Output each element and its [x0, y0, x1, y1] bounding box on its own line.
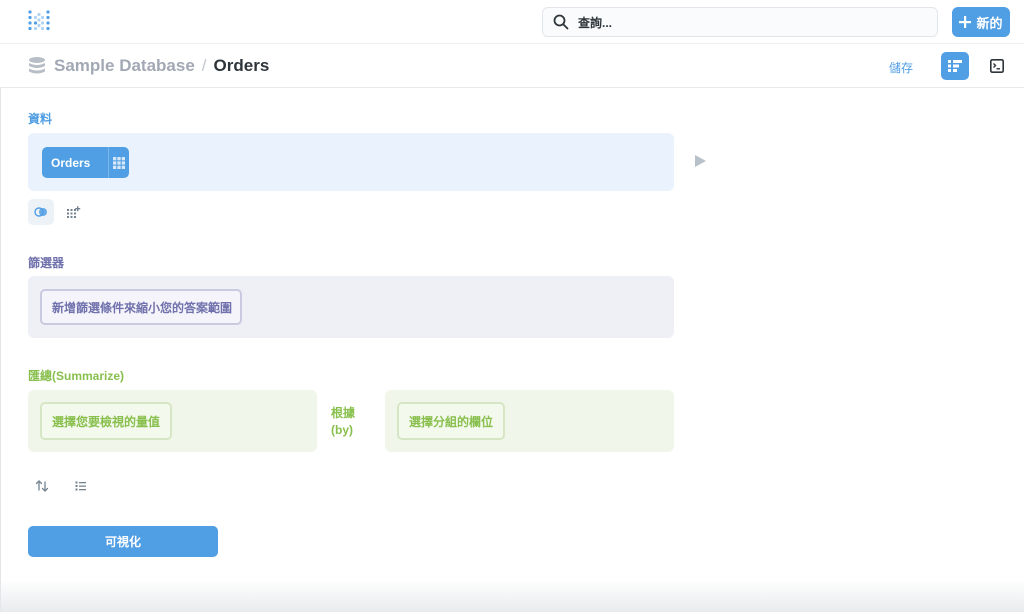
top-nav-bar: 查詢... 新的 [0, 0, 1024, 44]
notebook-icon [948, 60, 962, 72]
column-picker-button[interactable] [109, 156, 129, 169]
notebook-toggle-button[interactable] [941, 52, 969, 80]
breadcrumb-database[interactable]: Sample Database [54, 56, 195, 76]
play-icon[interactable] [695, 155, 706, 167]
by-label-line1: 根據 [331, 406, 356, 420]
data-section-label: 資料 [28, 112, 53, 126]
add-filter-button[interactable]: 新增篩選條件來縮小您的答案範圍 [40, 289, 242, 325]
new-button[interactable]: 新的 [952, 7, 1010, 37]
grid-icon [113, 156, 125, 169]
plus-icon [959, 16, 972, 28]
sql-console-button[interactable] [984, 52, 1010, 80]
sort-icon[interactable] [34, 478, 50, 494]
by-label: 根據 (by) [331, 405, 355, 439]
join-button[interactable] [28, 199, 54, 225]
pick-metric-button[interactable]: 選擇您要檢視的量值 [40, 402, 173, 440]
question-header: Sample Database / Orders 儲存 [0, 44, 1024, 88]
join-icon [34, 207, 47, 217]
sql-console-icon [990, 59, 1004, 73]
summarize-section-label: 匯總(Summarize) [28, 369, 125, 383]
bottom-fade [0, 580, 1024, 612]
save-button[interactable]: 儲存 [889, 59, 913, 76]
breadcrumb-separator: / [201, 56, 207, 75]
filter-section-label: 篩選器 [28, 256, 65, 270]
add-custom-column-icon[interactable] [64, 203, 82, 221]
source-table-pill[interactable]: Orders [42, 147, 129, 178]
window-edge [0, 0, 1, 612]
breadcrumb: Sample Database / Orders [54, 56, 269, 76]
metabase-logo-icon[interactable] [28, 10, 50, 32]
limit-list-icon[interactable] [73, 478, 89, 494]
new-button-label: 新的 [976, 15, 1003, 31]
breadcrumb-table[interactable]: Orders [214, 56, 270, 76]
source-table-label: Orders [51, 155, 91, 170]
search-placeholder: 查詢... [578, 15, 613, 30]
by-label-line2: (by) [331, 423, 353, 437]
database-icon [29, 57, 45, 74]
pick-breakout-button[interactable]: 選擇分組的欄位 [397, 402, 506, 440]
visualize-button[interactable]: 可視化 [28, 526, 218, 557]
search-icon [553, 14, 569, 30]
search-input[interactable]: 查詢... [542, 7, 938, 37]
